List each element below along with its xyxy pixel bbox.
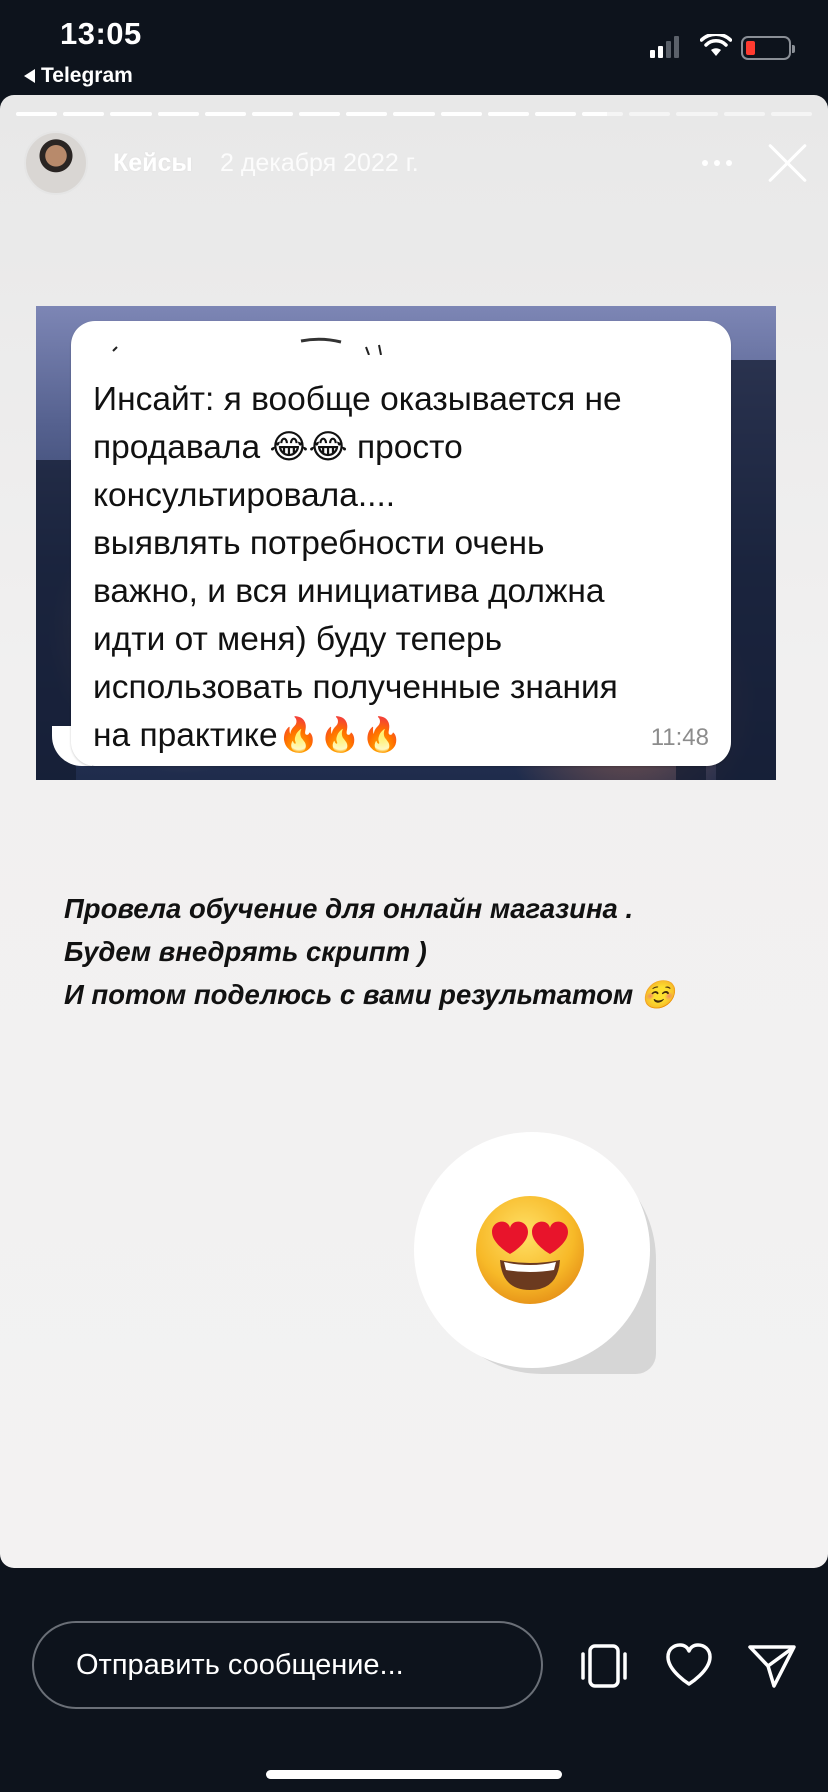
- message-screenshot: Инсайт: я вообще оказывается не продавал…: [36, 306, 776, 780]
- back-to-telegram-link[interactable]: Telegram: [24, 64, 133, 88]
- cellular-signal-icon: [650, 36, 679, 58]
- status-time: 13:05: [60, 16, 142, 51]
- wifi-icon: [700, 34, 732, 56]
- message-line: выявлять потребности очень: [93, 525, 545, 562]
- status-bar: 13:05 Telegram: [0, 0, 828, 95]
- message-line: идти от меня) буду теперь: [93, 621, 503, 658]
- send-icon[interactable]: [744, 1638, 800, 1694]
- caption-line: И потом поделюсь с вами результатом ☺️: [64, 979, 676, 1010]
- caption-line: Будем внедрять скрипт ): [64, 936, 427, 967]
- progress-segment: [110, 112, 152, 116]
- message-input[interactable]: [32, 1621, 543, 1709]
- progress-segment: [299, 112, 341, 116]
- progress-segment: [487, 112, 529, 116]
- repost-icon[interactable]: [576, 1638, 632, 1694]
- progress-segment: [346, 112, 388, 116]
- caption-line: Провела обучение для онлайн магазина .: [64, 893, 634, 924]
- heart-eyes-emoji-icon: [476, 1196, 584, 1304]
- message-time: 11:48: [650, 724, 709, 751]
- heart-icon[interactable]: [661, 1638, 717, 1694]
- message-line: важно, и вся инициатива должна: [93, 573, 605, 610]
- story-caption: Провела обучение для онлайн магазина . Б…: [64, 887, 764, 1016]
- battery-level: [746, 41, 755, 55]
- message-line: на практике🔥🔥🔥: [93, 717, 403, 754]
- more-dots-icon[interactable]: [692, 153, 742, 173]
- progress-segment: [440, 112, 482, 116]
- reaction-sticker[interactable]: [414, 1132, 656, 1374]
- message-line: консультировала....: [93, 477, 396, 514]
- back-app-label: Telegram: [41, 64, 133, 87]
- progress-segment: [582, 112, 624, 116]
- back-arrow-icon: [24, 69, 35, 83]
- message-line: использовать полученные знания: [93, 669, 618, 706]
- avatar[interactable]: [24, 131, 88, 195]
- story-date: 2 декабря 2022 г.: [220, 149, 419, 177]
- progress-segment: [63, 112, 105, 116]
- story-progress-bar: [16, 112, 812, 116]
- progress-segment: [629, 112, 671, 116]
- battery-low-icon: [741, 36, 795, 60]
- close-icon[interactable]: [766, 141, 810, 185]
- progress-segment: [157, 112, 199, 116]
- progress-segment: [770, 112, 812, 116]
- progress-segment: [534, 112, 577, 116]
- progress-segment: [251, 112, 294, 116]
- message-line: Инсайт: я вообще оказывается не: [93, 381, 622, 418]
- progress-segment: [393, 112, 435, 116]
- channel-name[interactable]: Кейсы: [113, 149, 193, 178]
- progress-segment: [723, 112, 765, 116]
- progress-segment: [16, 112, 58, 116]
- progress-segment: [204, 112, 246, 116]
- progress-segment: [676, 112, 718, 116]
- story-view[interactable]: Кейсы 2 декабря 2022 г. Инсайт: я вообще…: [0, 95, 828, 1568]
- chat-message-text: Инсайт: я вообще оказывается не продавал…: [93, 376, 713, 760]
- home-indicator: [266, 1770, 562, 1779]
- chat-bubble: Инсайт: я вообще оказывается не продавал…: [71, 321, 731, 766]
- message-line: продавала 😂😂 просто: [93, 429, 463, 466]
- reply-bar: [0, 1568, 828, 1792]
- redacted-name-scribble: [112, 337, 382, 355]
- story-header: Кейсы 2 декабря 2022 г.: [24, 131, 804, 197]
